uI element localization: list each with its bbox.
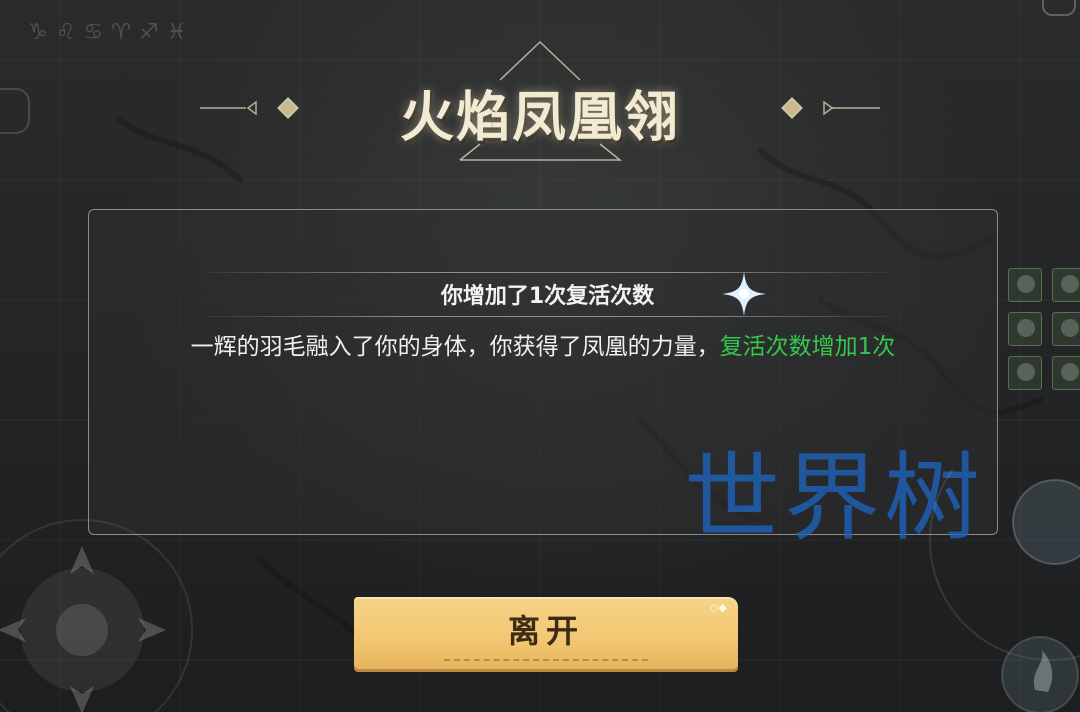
item-icon [1061,275,1079,293]
joystick-icon[interactable] [0,470,240,712]
top-right-ornament [1042,0,1076,16]
skill-ring-icon[interactable] [860,470,1080,712]
sparkle-icon [722,272,766,316]
item-slot[interactable] [1008,268,1042,302]
item-icon [1017,275,1035,293]
dialog-header: 你增加了1次复活次数 [205,270,890,318]
message-text: 一辉的羽毛融入了你的身体，你获得了凤凰的力量， [190,334,720,360]
button-decoration [444,659,648,661]
leave-button[interactable]: 离开 ◇◆ [354,597,738,669]
page-title: 火焰凤凰翎 [400,84,680,149]
left-edge-ornament [0,88,30,134]
game-screen: ♑♌♋♈♐♓ 火焰凤凰翎 你增加了1次复活次数 一辉的羽毛融入了你的身体，你获得… [0,0,1080,712]
item-slot[interactable] [1052,268,1080,302]
item-slot[interactable] [1052,356,1080,390]
item-icon [1061,363,1079,381]
item-icon [1017,363,1035,381]
item-slot[interactable] [1008,356,1042,390]
item-icon [1061,319,1079,337]
dialog-subtitle: 你增加了1次复活次数 [440,284,655,309]
title-banner: 火焰凤凰翎 [160,40,920,170]
message-highlight: 复活次数增加1次 [719,334,896,360]
item-slot[interactable] [1008,312,1042,346]
leave-button-label: 离开 [507,612,584,650]
divider [205,272,890,273]
dialog-message: 一辉的羽毛融入了你的身体，你获得了凤凰的力量，复活次数增加1次 [110,328,976,366]
divider [205,316,890,317]
button-corner-icon: ◇◆ [710,601,727,614]
item-icon [1017,319,1035,337]
item-slot[interactable] [1052,312,1080,346]
